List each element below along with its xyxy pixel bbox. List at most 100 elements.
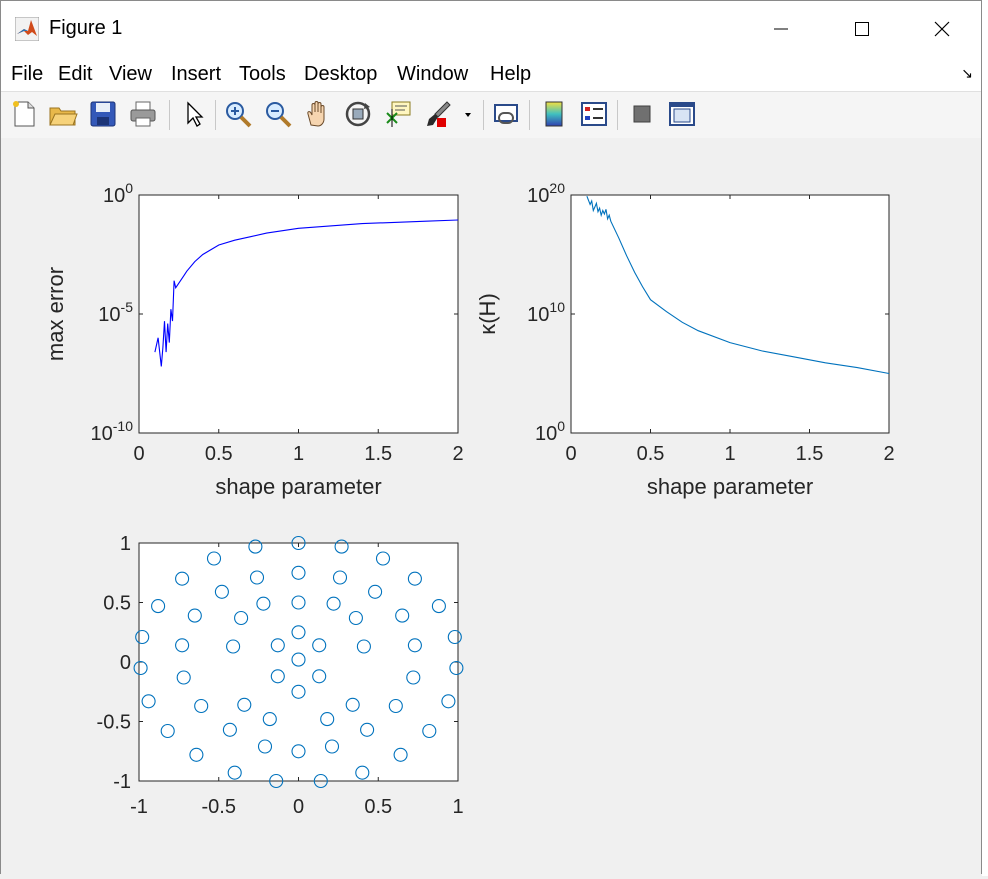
menu-insert[interactable]: Insert xyxy=(171,63,221,86)
error-plot-ytick-base: 10 xyxy=(98,304,120,326)
condition-plot-ytick-exponent: 0 xyxy=(557,418,565,434)
toolbar-separator xyxy=(529,100,530,130)
condition-plot-xlabel: shape parameter xyxy=(647,474,813,499)
error-plot-ytick-exponent: 0 xyxy=(125,180,133,196)
title-bar[interactable]: Figure 1 xyxy=(1,1,981,57)
save-icon xyxy=(90,101,116,127)
menu-help[interactable]: Help xyxy=(490,63,531,86)
close-button[interactable] xyxy=(919,11,965,47)
error-plot-ytick-base: 10 xyxy=(103,185,125,207)
window-title: Figure 1 xyxy=(49,17,123,39)
open-file-icon xyxy=(49,107,78,126)
nodes-ytick-label: 1 xyxy=(120,533,131,555)
zoom-out-icon xyxy=(266,102,292,128)
pan-button[interactable] xyxy=(303,99,333,129)
chevron-down-icon xyxy=(465,113,471,117)
figure-canvas[interactable]: 0 0.5 1 1.5 2 100 10-5 10-10 shape parameter max … xyxy=(1,138,981,874)
data-cursor-button[interactable] xyxy=(383,99,413,129)
error-plot-ytick-label: 100 xyxy=(103,180,133,207)
error-plot-ytick-exponent: -10 xyxy=(113,418,133,434)
condition-plot-ytick-exponent: 20 xyxy=(549,180,565,196)
error-plot-ytick-base: 10 xyxy=(91,423,113,445)
condition-plot-ytick-base: 10 xyxy=(527,185,549,207)
nodes-xtick-label: 1 xyxy=(452,796,463,818)
new-figure-button[interactable] xyxy=(9,99,39,129)
condition-plot-xtick-label: 2 xyxy=(883,443,894,465)
axes-nodes-scatter[interactable]: -1 -0.5 0 0.5 1 1 0.5 0 -0.5 -1 xyxy=(97,533,464,818)
condition-plot-ylabel: κ(H) xyxy=(475,293,500,335)
condition-plot-xtick-label: 0.5 xyxy=(637,443,665,465)
error-plot-ytick-label: 10-10 xyxy=(91,418,134,445)
link-plot-icon xyxy=(494,104,518,124)
nodes-xtick-label: 0.5 xyxy=(364,796,392,818)
save-button[interactable] xyxy=(88,99,118,129)
toolbar-separator xyxy=(215,100,216,130)
error-plot-xtick-label: 2 xyxy=(452,443,463,465)
menu-tools[interactable]: Tools xyxy=(239,63,286,86)
menu-bar: File Edit View Insert Tools Desktop Wind… xyxy=(1,57,981,91)
nodes-ytick-label: 0.5 xyxy=(103,593,131,615)
hide-plot-tools-button[interactable] xyxy=(627,99,657,129)
error-plot-xlabel: shape parameter xyxy=(215,474,381,499)
background-window-edge xyxy=(982,0,988,876)
open-file-button[interactable] xyxy=(48,99,78,129)
nodes-xtick-label: 0 xyxy=(293,796,304,818)
condition-plot-ytick-exponent: 10 xyxy=(549,299,565,315)
insert-colorbar-button[interactable] xyxy=(539,99,569,129)
show-plot-tools-button[interactable] xyxy=(667,99,697,129)
insert-legend-button[interactable] xyxy=(579,99,609,129)
show-plot-tools-icon xyxy=(669,102,695,126)
error-plot-ytick-label: 10-5 xyxy=(98,299,133,326)
error-plot-xtick-label: 0 xyxy=(133,443,144,465)
maximize-icon xyxy=(855,22,869,36)
insert-colorbar-icon xyxy=(545,101,563,127)
close-icon xyxy=(934,21,950,37)
select-pointer-icon xyxy=(187,101,204,127)
menu-file[interactable]: File xyxy=(11,63,43,86)
nodes-ytick-label: -1 xyxy=(113,771,131,793)
minimize-button[interactable] xyxy=(758,11,804,47)
condition-plot-box xyxy=(570,194,890,434)
menu-window[interactable]: Window xyxy=(397,63,468,86)
axes-max-error[interactable]: 0 0.5 1 1.5 210010-510-10shape parametermax … xyxy=(43,180,464,499)
link-plot-button[interactable] xyxy=(491,99,521,129)
dock-arrow-icon[interactable]: ↘ xyxy=(961,65,973,82)
figure-toolbar xyxy=(1,91,981,139)
nodes-ytick-label: -0.5 xyxy=(97,712,131,734)
insert-legend-icon xyxy=(581,102,607,126)
condition-plot-xtick-label: 0 xyxy=(565,443,576,465)
brush-dropdown-button[interactable] xyxy=(459,99,479,129)
error-plot-xtick-label: 1 xyxy=(293,443,304,465)
brush-icon xyxy=(427,101,451,127)
condition-plot-ytick-base: 10 xyxy=(535,423,557,445)
toolbar-separator xyxy=(169,100,170,130)
error-plot-xtick-label: 1.5 xyxy=(364,443,392,465)
condition-plot-ytick-base: 10 xyxy=(527,304,549,326)
new-figure-icon xyxy=(13,101,35,127)
rotate-3d-button[interactable] xyxy=(343,99,373,129)
toolbar-separator xyxy=(483,100,484,130)
error-plot-ylabel: max error xyxy=(43,267,68,361)
axes-condition-number[interactable]: 0 0.5 1 1.5 210201010100shape parameterκ(H) xyxy=(475,180,895,499)
nodes-ytick-label: 0 xyxy=(120,652,131,674)
zoom-out-button[interactable] xyxy=(263,99,293,129)
menu-desktop[interactable]: Desktop xyxy=(304,63,377,86)
condition-plot-ytick-label: 1010 xyxy=(527,299,565,326)
condition-plot-xtick-label: 1 xyxy=(724,443,735,465)
condition-plot-ytick-label: 1020 xyxy=(527,180,565,207)
print-button[interactable] xyxy=(128,99,158,129)
maximize-button[interactable] xyxy=(839,11,885,47)
menu-edit[interactable]: Edit xyxy=(58,63,92,86)
nodes-xtick-label: -0.5 xyxy=(202,796,236,818)
zoom-in-button[interactable] xyxy=(223,99,253,129)
nodes-xtick-label: -1 xyxy=(130,796,148,818)
brush-button[interactable] xyxy=(423,99,453,129)
select-pointer-button[interactable] xyxy=(179,99,209,129)
figure-window: Figure 1 File Edit View Insert Tools Des… xyxy=(0,0,982,874)
toolbar-separator xyxy=(617,100,618,130)
menu-view[interactable]: View xyxy=(109,63,152,86)
plots-svg: 0 0.5 1 1.5 210010-510-10shape parametermax … xyxy=(43,180,895,818)
condition-plot-ytick-label: 100 xyxy=(535,418,565,445)
condition-plot-xtick-label: 1.5 xyxy=(796,443,824,465)
zoom-in-icon xyxy=(226,102,252,128)
